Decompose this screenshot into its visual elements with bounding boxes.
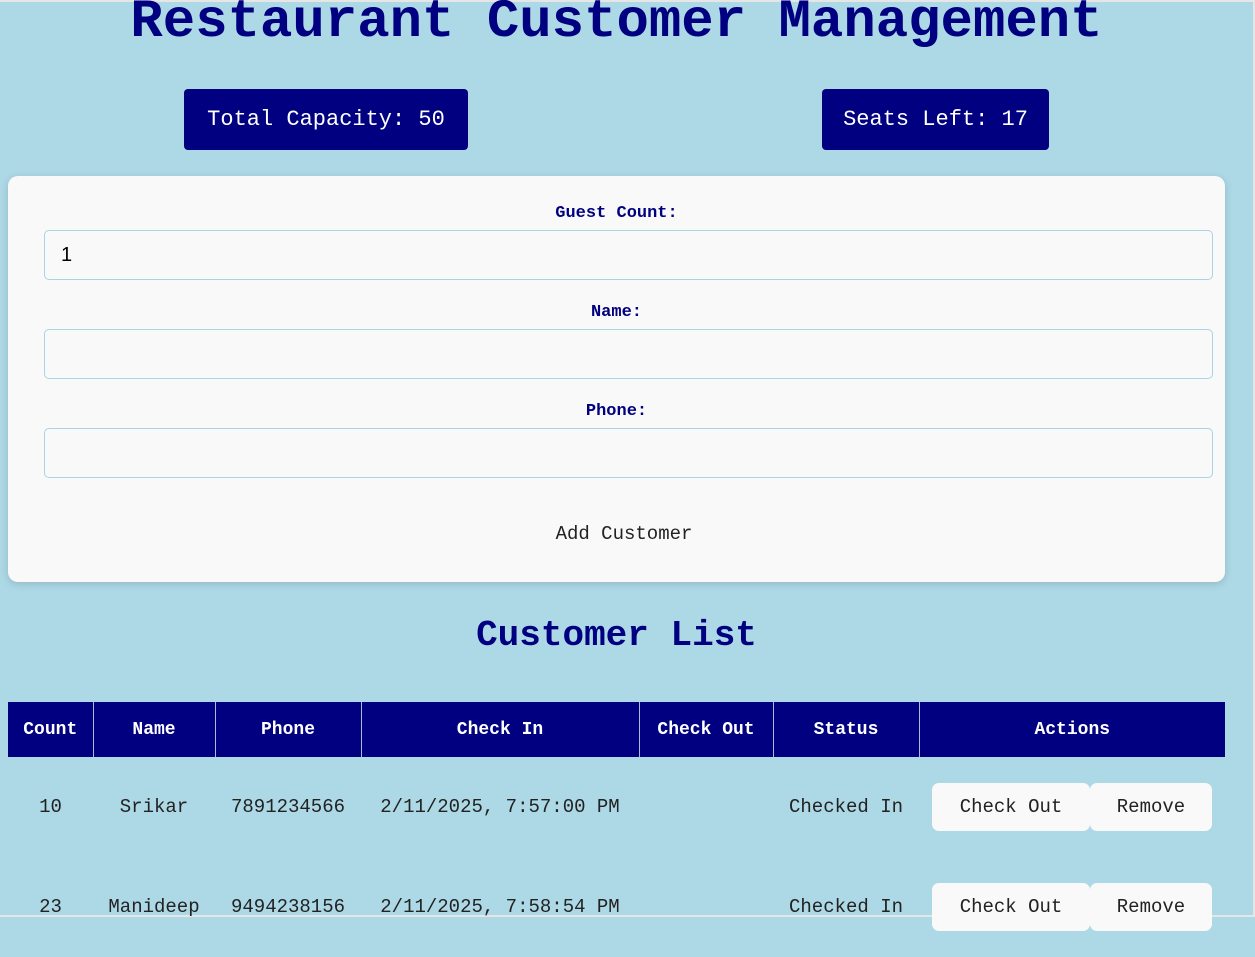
cell-phone: 7891234566 xyxy=(230,796,346,818)
cell-name: Manideep xyxy=(108,896,200,918)
column-header-check-out: Check Out xyxy=(638,702,773,757)
cell-count: 10 xyxy=(39,796,62,818)
seats-left-badge: Seats Left: 17 xyxy=(822,89,1049,150)
phone-input[interactable] xyxy=(44,428,1213,478)
cell-check-in: 2/11/2025, 7:57:00 PM xyxy=(380,796,620,818)
cell-count: 23 xyxy=(39,896,62,918)
cell-name: Srikar xyxy=(119,796,189,818)
cell-check-out xyxy=(639,857,773,957)
remove-button[interactable]: Remove xyxy=(1090,783,1212,831)
table-row: 23 Manideep 9494238156 2/11/2025, 7:58:5… xyxy=(8,857,1225,957)
column-header-status: Status xyxy=(772,702,919,757)
remove-button[interactable]: Remove xyxy=(1090,883,1212,931)
check-out-button[interactable]: Check Out xyxy=(932,883,1090,931)
total-capacity-badge: Total Capacity: 50 xyxy=(184,89,468,150)
check-out-button[interactable]: Check Out xyxy=(932,783,1090,831)
column-header-name: Name xyxy=(92,702,215,757)
add-customer-button[interactable]: Add Customer xyxy=(528,510,720,558)
phone-label: Phone: xyxy=(585,402,648,421)
cell-actions: Check Out Remove xyxy=(919,857,1225,957)
cell-check-in: 2/11/2025, 7:58:54 PM xyxy=(380,896,620,918)
guest-count-input[interactable] xyxy=(44,230,1213,280)
guest-count-label: Guest Count: xyxy=(555,204,678,223)
column-header-actions: Actions xyxy=(918,702,1225,757)
add-customer-form: Guest Count: Name: Phone: Add Customer xyxy=(8,176,1225,582)
table-header-row: Count Name Phone Check In Check Out Stat… xyxy=(8,702,1225,757)
cell-phone: 9494238156 xyxy=(230,896,346,918)
page-title: Restaurant Customer Management xyxy=(130,0,1103,53)
cell-check-out xyxy=(639,757,773,857)
name-input[interactable] xyxy=(44,329,1213,379)
cell-actions: Check Out Remove xyxy=(919,757,1225,857)
column-header-count: Count xyxy=(8,702,93,757)
customer-table: Count Name Phone Check In Check Out Stat… xyxy=(8,702,1225,957)
cell-status: Checked In xyxy=(788,796,904,818)
customer-list-title: Customer List xyxy=(476,615,757,656)
column-header-phone: Phone xyxy=(214,702,361,757)
table-row: 10 Srikar 7891234566 2/11/2025, 7:57:00 … xyxy=(8,757,1225,857)
cell-status: Checked In xyxy=(788,896,904,918)
name-label: Name: xyxy=(590,303,642,322)
column-header-check-in: Check In xyxy=(360,702,639,757)
